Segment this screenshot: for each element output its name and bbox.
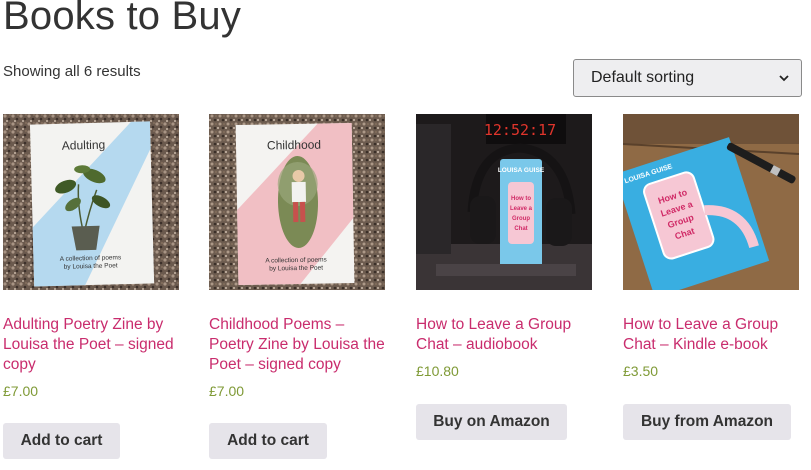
cover-author: by Louisa the Poet [64,262,118,270]
product-image-childhood[interactable]: Childhood A collection of poems by Louis… [209,114,385,290]
cover-title: Childhood [267,138,321,153]
product-title[interactable]: Childhood Poems – Poetry Zine by Louisa … [209,315,385,375]
product-price: £10.80 [416,363,459,379]
cover-title: Adulting [62,138,106,153]
product-price: £3.50 [623,363,659,379]
sort-select[interactable]: Default sorting [573,59,802,97]
chevron-down-icon [779,75,789,82]
buy-from-amazon-button[interactable]: Buy from Amazon [623,404,791,440]
clock-display: 12:52:17 [484,121,556,139]
svg-text:Chat: Chat [514,226,527,232]
product-title[interactable]: Adulting Poetry Zine by Louisa the Poet … [3,315,179,375]
product-card: Adulting A collection of poems by Louisa… [3,114,179,399]
product-image-adulting[interactable]: Adulting A collection of poems by Louisa… [3,114,179,290]
product-card: 12:52:17 LOUISA GUISE How to Leave a Gro… [416,114,592,379]
buy-on-amazon-button[interactable]: Buy on Amazon [416,404,567,440]
sort-select-value: Default sorting [591,69,695,86]
page-title: Books to Buy [3,0,242,38]
product-card: LOUISA GUISE How to Leave a Group Chat H… [623,114,799,379]
add-to-cart-button[interactable]: Add to cart [209,423,327,459]
product-card: Childhood A collection of poems by Louis… [209,114,385,399]
svg-text:How to: How to [511,196,531,202]
svg-text:Leave a: Leave a [510,206,533,212]
product-image-audiobook[interactable]: 12:52:17 LOUISA GUISE How to Leave a Gro… [416,114,592,290]
product-price: £7.00 [3,383,39,399]
product-image-kindle[interactable]: LOUISA GUISE How to Leave a Group Chat [623,114,799,290]
product-title[interactable]: How to Leave a Group Chat – Kindle e-boo… [623,315,799,355]
product-title[interactable]: How to Leave a Group Chat – audiobook [416,315,592,355]
book-author: LOUISA GUISE [498,167,545,174]
product-price: £7.00 [209,383,245,399]
cover-subtitle: A collection of poems [265,256,327,264]
svg-text:Group: Group [512,216,530,222]
result-count: Showing all 6 results [3,63,141,80]
cover-author: by Louisa the Poet [269,265,323,273]
add-to-cart-button[interactable]: Add to cart [3,423,120,459]
